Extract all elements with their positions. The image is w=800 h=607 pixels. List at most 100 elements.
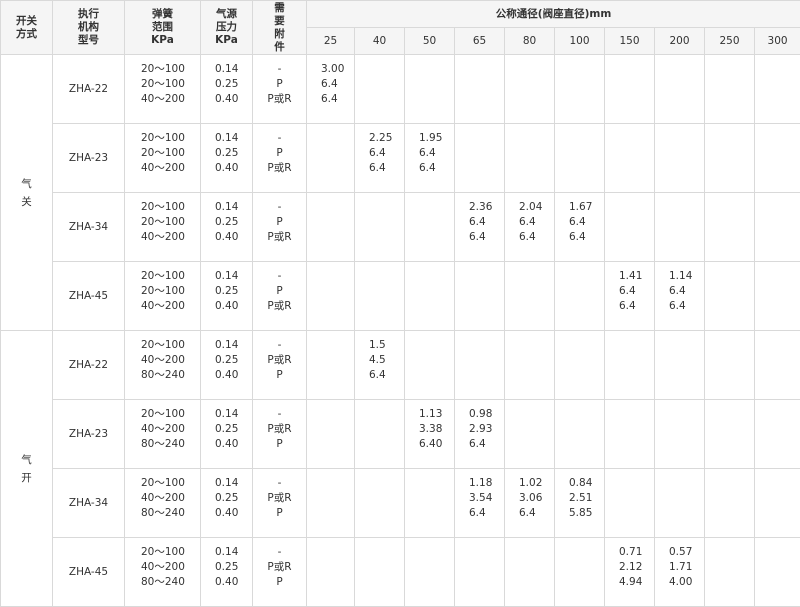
spring-range-value: 20～100 bbox=[141, 545, 200, 560]
accessory-value: P bbox=[253, 437, 306, 452]
actuator-model-cell: ZHA-45 bbox=[53, 262, 125, 331]
accessory-cell: -P或RP bbox=[253, 400, 307, 469]
header-diameter-250: 250 bbox=[705, 28, 755, 55]
diameter-value-cell-200 bbox=[655, 331, 705, 400]
spring-range-value: 40～200 bbox=[141, 560, 200, 575]
diameter-value-cell-200 bbox=[655, 55, 705, 124]
diameter-value-cell-100 bbox=[555, 55, 605, 124]
diameter-value: 1.02 bbox=[505, 476, 554, 491]
accessory-value: - bbox=[253, 200, 306, 215]
diameter-value-cell-50: 1.956.46.4 bbox=[405, 124, 455, 193]
header-row: 开关方式执行机构型号弹簧范围KPa气源压力KPa需要附件公称通径(阀座直径)mm bbox=[1, 1, 800, 28]
diameter-value: 1.18 bbox=[455, 476, 504, 491]
diameter-value-cell-150 bbox=[605, 400, 655, 469]
diameter-value-cell-150 bbox=[605, 331, 655, 400]
table-row: ZHA-4520～10040～20080～2400.140.250.40-P或R… bbox=[1, 538, 800, 607]
diameter-value: 6.4 bbox=[455, 215, 504, 230]
diameter-value: 4.5 bbox=[355, 353, 404, 368]
header-diameter-100: 100 bbox=[555, 28, 605, 55]
accessory-value: - bbox=[253, 338, 306, 353]
spring-range-value: 80～240 bbox=[141, 575, 200, 590]
air-pressure-value: 0.14 bbox=[215, 200, 252, 215]
diameter-value: 1.5 bbox=[355, 338, 404, 353]
air-pressure-value: 0.25 bbox=[215, 491, 252, 506]
diameter-value: 6.4 bbox=[505, 506, 554, 521]
diameter-value-cell-150: 1.416.46.4 bbox=[605, 262, 655, 331]
air-pressure-value: 0.25 bbox=[215, 284, 252, 299]
diameter-value-cell-150 bbox=[605, 124, 655, 193]
spring-range-cell: 20～10040～20080～240 bbox=[125, 331, 201, 400]
diameter-value-cell-150 bbox=[605, 469, 655, 538]
diameter-value-cell-300 bbox=[755, 469, 800, 538]
accessory-value: P bbox=[253, 506, 306, 521]
air-pressure-value: 0.40 bbox=[215, 92, 252, 107]
accessory-value: P或R bbox=[253, 422, 306, 437]
diameter-value-cell-25 bbox=[307, 331, 355, 400]
diameter-value-cell-80 bbox=[505, 124, 555, 193]
table-row: 气关ZHA-2220～10020～10040～2000.140.250.40-P… bbox=[1, 55, 800, 124]
air-pressure-value: 0.14 bbox=[215, 131, 252, 146]
diameter-value: 6.4 bbox=[355, 368, 404, 383]
air-pressure-value: 0.14 bbox=[215, 407, 252, 422]
diameter-value-cell-65 bbox=[455, 55, 505, 124]
diameter-value-cell-50 bbox=[405, 55, 455, 124]
diameter-value-cell-250 bbox=[705, 124, 755, 193]
diameter-value-cell-50 bbox=[405, 262, 455, 331]
header-diameter-80: 80 bbox=[505, 28, 555, 55]
header-actuator-model: 执行机构型号 bbox=[53, 1, 125, 55]
accessory-value: - bbox=[253, 269, 306, 284]
air-pressure-cell: 0.140.250.40 bbox=[201, 55, 253, 124]
header-spring-range-line: 范围 bbox=[125, 21, 200, 34]
header-diameter-150: 150 bbox=[605, 28, 655, 55]
diameter-value-cell-40 bbox=[355, 469, 405, 538]
spring-range-cell: 20～10040～20080～240 bbox=[125, 469, 201, 538]
header-accessories-line: 件 bbox=[253, 41, 306, 54]
diameter-value-cell-50 bbox=[405, 193, 455, 262]
diameter-value-cell-300 bbox=[755, 400, 800, 469]
diameter-value: 0.84 bbox=[555, 476, 604, 491]
air-pressure-value: 0.40 bbox=[215, 230, 252, 245]
diameter-value-cell-300 bbox=[755, 55, 800, 124]
accessory-value: - bbox=[253, 407, 306, 422]
header-spring-range: 弹簧范围KPa bbox=[125, 1, 201, 55]
diameter-value-cell-50 bbox=[405, 331, 455, 400]
diameter-value-cell-40 bbox=[355, 262, 405, 331]
diameter-value-cell-250 bbox=[705, 538, 755, 607]
diameter-value-cell-100 bbox=[555, 331, 605, 400]
spring-range-value: 20～100 bbox=[141, 284, 200, 299]
diameter-value-cell-100: 0.842.515.85 bbox=[555, 469, 605, 538]
diameter-value-cell-65: 0.982.936.4 bbox=[455, 400, 505, 469]
air-pressure-value: 0.14 bbox=[215, 338, 252, 353]
air-pressure-value: 0.14 bbox=[215, 545, 252, 560]
actuator-model-cell: ZHA-22 bbox=[53, 331, 125, 400]
diameter-value: 6.4 bbox=[555, 215, 604, 230]
diameter-value: 3.00 bbox=[307, 62, 354, 77]
diameter-value-cell-100: 1.676.46.4 bbox=[555, 193, 605, 262]
header-open-mode-line: 方式 bbox=[1, 28, 52, 41]
header-diameter-40: 40 bbox=[355, 28, 405, 55]
header-diameter-65: 65 bbox=[455, 28, 505, 55]
actuator-model-cell: ZHA-34 bbox=[53, 469, 125, 538]
open-mode-label: 气 bbox=[1, 175, 52, 193]
spring-range-value: 80～240 bbox=[141, 437, 200, 452]
air-pressure-value: 0.40 bbox=[215, 368, 252, 383]
diameter-value-cell-40: 1.54.56.4 bbox=[355, 331, 405, 400]
spring-range-value: 80～240 bbox=[141, 368, 200, 383]
diameter-value: 6.4 bbox=[505, 215, 554, 230]
diameter-value-cell-25 bbox=[307, 124, 355, 193]
spring-range-value: 40～200 bbox=[141, 299, 200, 314]
header-spring-range-line: 弹簧 bbox=[125, 8, 200, 21]
diameter-value-cell-250 bbox=[705, 262, 755, 331]
diameter-value-cell-25: 3.006.46.4 bbox=[307, 55, 355, 124]
accessory-value: P或R bbox=[253, 92, 306, 107]
air-pressure-value: 0.25 bbox=[215, 215, 252, 230]
accessory-value: P或R bbox=[253, 491, 306, 506]
air-pressure-value: 0.25 bbox=[215, 146, 252, 161]
diameter-value: 0.71 bbox=[605, 545, 654, 560]
diameter-value: 2.51 bbox=[555, 491, 604, 506]
air-pressure-value: 0.14 bbox=[215, 269, 252, 284]
air-pressure-value: 0.25 bbox=[215, 560, 252, 575]
diameter-value: 6.4 bbox=[505, 230, 554, 245]
diameter-value: 2.36 bbox=[455, 200, 504, 215]
table-row: ZHA-2320～10020～10040～2000.140.250.40-PP或… bbox=[1, 124, 800, 193]
